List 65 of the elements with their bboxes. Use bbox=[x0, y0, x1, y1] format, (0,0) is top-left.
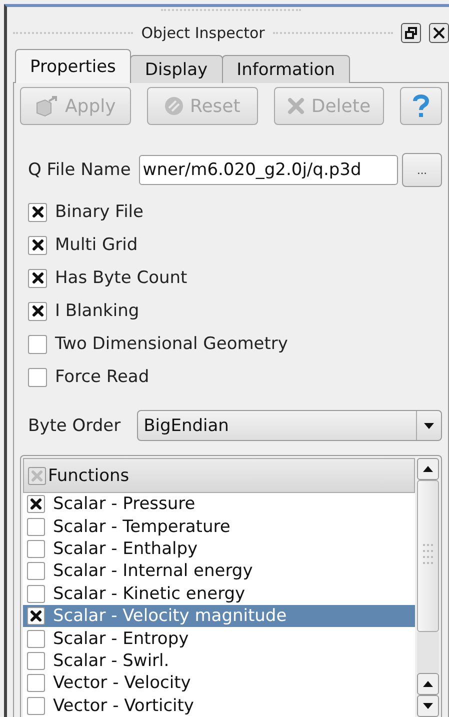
down-arrow-icon bbox=[423, 703, 433, 709]
checkbox[interactable] bbox=[27, 652, 45, 670]
checkbox[interactable] bbox=[27, 607, 45, 626]
checkbox-label: Multi Grid bbox=[55, 235, 138, 255]
checkbox[interactable] bbox=[27, 584, 45, 603]
check-mark-icon bbox=[32, 272, 44, 284]
list-item[interactable]: Vector - Velocity bbox=[23, 672, 415, 695]
list-item[interactable]: Scalar - Enthalpy bbox=[23, 538, 415, 560]
list-item[interactable]: Scalar - Velocity magnitude bbox=[23, 604, 415, 628]
checkbox[interactable] bbox=[27, 518, 45, 536]
header-checkbox[interactable] bbox=[28, 466, 46, 484]
checkbox[interactable] bbox=[27, 562, 45, 580]
cross-icon bbox=[287, 97, 306, 115]
checkbox-label: Has Byte Count bbox=[55, 268, 188, 288]
checkbox[interactable] bbox=[27, 696, 45, 715]
float-button[interactable] bbox=[401, 23, 421, 43]
dropdown-arrow-icon bbox=[424, 422, 434, 428]
field-label: Byte Order bbox=[28, 416, 121, 436]
checkbox[interactable] bbox=[27, 630, 45, 648]
list-item[interactable]: Scalar - Internal energy bbox=[23, 560, 415, 583]
checkbox[interactable] bbox=[28, 202, 47, 222]
tab[interactable]: Display bbox=[130, 55, 223, 83]
list-item[interactable]: Vector - Vorticity bbox=[23, 694, 415, 717]
check-mark-icon bbox=[32, 206, 44, 218]
file-name-field[interactable]: wner/m6.020_g2.0j/q.p3d bbox=[138, 155, 398, 185]
checkbox[interactable] bbox=[28, 334, 47, 354]
checkbox[interactable] bbox=[27, 674, 45, 692]
checkbox[interactable] bbox=[27, 540, 45, 558]
scroll-up-button[interactable] bbox=[417, 673, 439, 695]
list-item[interactable]: Scalar - Entropy bbox=[23, 627, 415, 650]
check-mark-icon bbox=[32, 239, 44, 251]
check-mark-icon bbox=[30, 498, 42, 510]
check-mark-icon bbox=[31, 470, 43, 482]
close-button[interactable] bbox=[429, 23, 449, 43]
up-arrow-icon bbox=[423, 681, 433, 687]
list-item[interactable]: Scalar - Pressure bbox=[23, 493, 415, 516]
browse-button[interactable]: ... bbox=[402, 153, 442, 187]
help-icon bbox=[413, 94, 430, 118]
field-label: Q File Name bbox=[28, 160, 131, 180]
check-mark-icon bbox=[30, 610, 42, 622]
checkbox-label: Two Dimensional Geometry bbox=[55, 334, 288, 354]
cube-arrow-icon bbox=[34, 95, 59, 117]
byte-order-dropdown[interactable]: BigEndian bbox=[136, 410, 442, 441]
scrollbar-thumb[interactable] bbox=[417, 480, 439, 632]
checkbox-label: Binary File bbox=[55, 202, 144, 222]
checkbox[interactable] bbox=[27, 495, 45, 514]
scroll-up-button[interactable] bbox=[417, 458, 439, 480]
checkbox[interactable] bbox=[28, 268, 47, 288]
checkbox[interactable] bbox=[28, 236, 47, 254]
checkbox-label: Force Read bbox=[55, 367, 150, 387]
window-title: Object Inspector bbox=[141, 24, 265, 42]
checkbox[interactable] bbox=[28, 368, 47, 386]
list-header[interactable]: Functions bbox=[23, 458, 415, 493]
tab[interactable]: Information bbox=[222, 55, 350, 83]
scroll-down-button[interactable] bbox=[417, 695, 439, 717]
list-item[interactable]: Scalar - Swirl. bbox=[23, 650, 415, 672]
checkbox[interactable] bbox=[28, 302, 47, 320]
tab[interactable]: Properties bbox=[15, 49, 131, 83]
checkbox-label: I Blanking bbox=[55, 301, 140, 321]
check-mark-icon bbox=[32, 305, 44, 317]
list-item[interactable]: Scalar - Kinetic energy bbox=[23, 582, 415, 605]
up-arrow-icon bbox=[423, 466, 433, 472]
no-entry-icon bbox=[164, 96, 184, 116]
help-button[interactable] bbox=[400, 87, 442, 125]
list-item[interactable]: Scalar - Temperature bbox=[23, 515, 415, 538]
